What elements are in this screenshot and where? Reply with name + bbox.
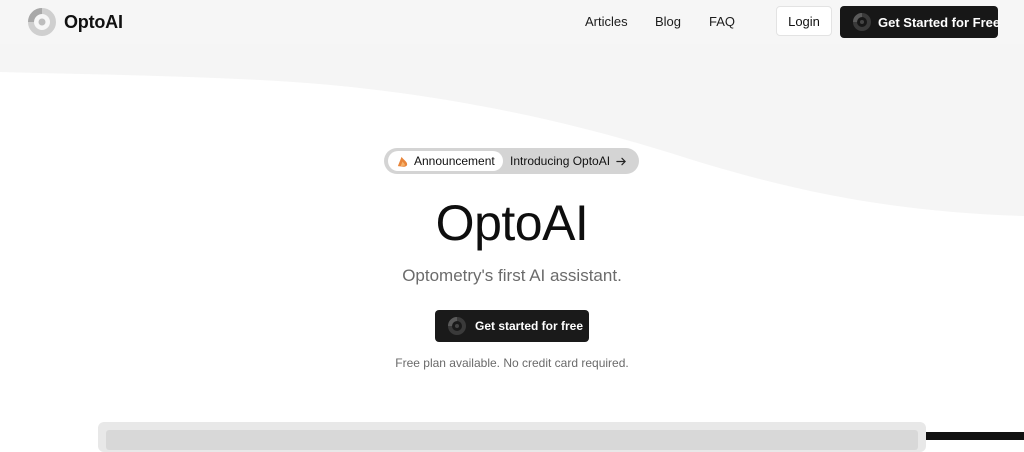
optoai-logo-icon bbox=[448, 317, 466, 335]
brand-name: OptoAI bbox=[64, 11, 123, 32]
get-started-hero-label: Get started for free bbox=[475, 319, 584, 333]
get-started-header-label: Get Started for Free bbox=[878, 14, 1001, 30]
arrow-right-icon bbox=[616, 157, 626, 165]
announcement-text: Introducing OptoAI bbox=[510, 154, 611, 168]
dark-section-edge bbox=[926, 432, 1024, 440]
free-plan-note: Free plan available. No credit card requ… bbox=[395, 356, 629, 370]
nav-blog[interactable]: Blog bbox=[655, 14, 681, 29]
top-navbar: OptoAI Articles Blog FAQ Login Get Start… bbox=[0, 0, 1024, 44]
nav-faq[interactable]: FAQ bbox=[709, 14, 735, 29]
announcement-pill[interactable]: Announcement Introducing OptoAI bbox=[384, 148, 639, 174]
hero-subtitle: Optometry's first AI assistant. bbox=[402, 266, 622, 285]
get-started-hero-button[interactable]: Get started for free bbox=[435, 310, 589, 342]
nav-articles[interactable]: Articles bbox=[585, 14, 628, 29]
optoai-logo-icon bbox=[28, 8, 56, 36]
optoai-logo-icon bbox=[853, 13, 871, 31]
app-preview-card bbox=[98, 422, 926, 452]
hero-title: OptoAI bbox=[435, 195, 589, 251]
brand[interactable]: OptoAI bbox=[26, 6, 123, 38]
login-label: Login bbox=[788, 13, 820, 29]
announcement-tag-label: Announcement bbox=[414, 154, 495, 168]
app-preview-frame bbox=[106, 430, 918, 450]
flame-icon bbox=[397, 156, 408, 167]
get-started-header-button[interactable]: Get Started for Free bbox=[840, 6, 1001, 38]
announcement-tag: Announcement bbox=[388, 151, 503, 171]
login-button[interactable]: Login bbox=[776, 6, 832, 36]
